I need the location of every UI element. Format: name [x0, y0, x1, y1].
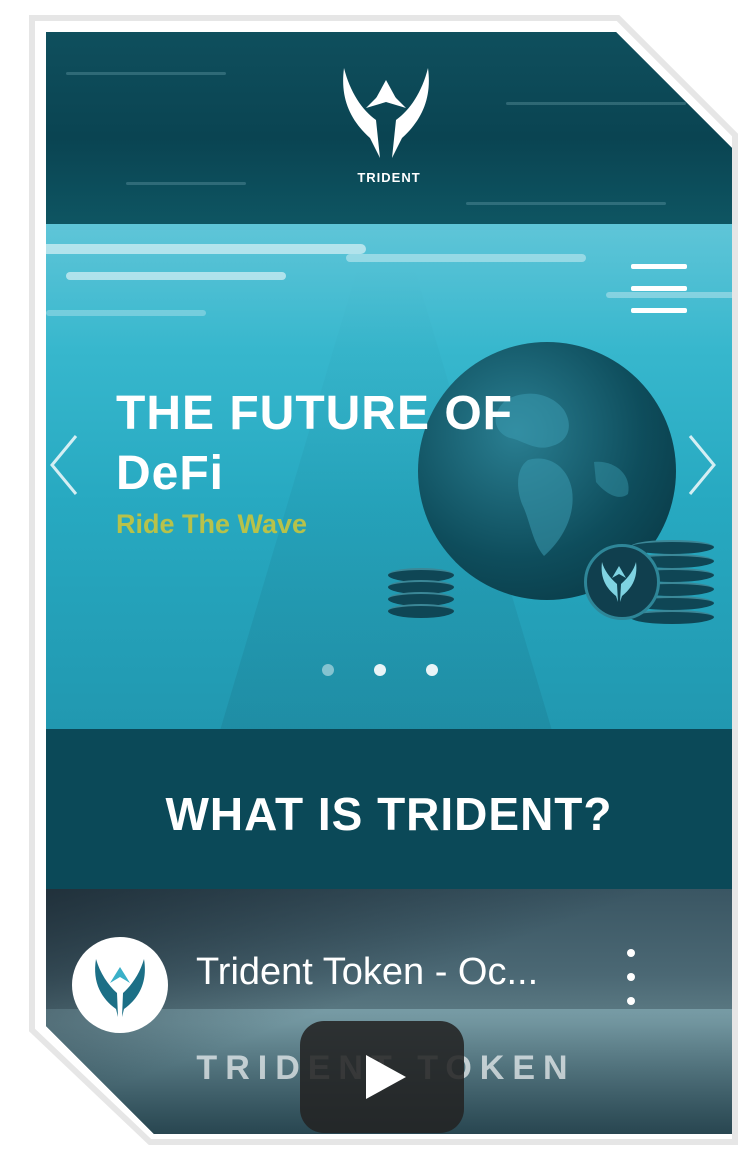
mobile-screen: TRIDENT THE FUTURE OF DeFi Ride The Wave… [46, 32, 732, 1134]
channel-avatar[interactable] [72, 937, 168, 1033]
trident-coin-badge [584, 544, 660, 620]
brand-name: TRIDENT [357, 170, 421, 185]
hamburger-menu-icon[interactable] [631, 264, 687, 314]
site-header: TRIDENT [46, 32, 732, 224]
play-button[interactable] [300, 1021, 464, 1133]
video-embed[interactable]: Trident Token - Oc... TRIDENT TOKEN [46, 889, 732, 1134]
what-is-section: WHAT IS TRIDENT? [46, 729, 732, 889]
headline-line-1: THE FUTURE OF [116, 387, 513, 440]
chevron-left-icon[interactable] [48, 434, 78, 496]
section-title: WHAT IS TRIDENT? [165, 788, 613, 840]
carousel-dot-2[interactable] [374, 664, 386, 676]
more-vert-icon[interactable] [624, 947, 638, 1007]
trident-logo-icon[interactable] [336, 58, 436, 168]
hero-tagline: Ride The Wave [116, 509, 308, 539]
video-title[interactable]: Trident Token - Oc... [196, 951, 538, 994]
carousel-dot-1[interactable] [322, 664, 334, 676]
hero-headline: THE FUTURE OF DeFi [116, 384, 513, 504]
hero-carousel: THE FUTURE OF DeFi Ride The Wave [46, 224, 732, 729]
play-icon [366, 1055, 406, 1099]
headline-line-2: DeFi [116, 447, 225, 500]
chevron-right-icon[interactable] [688, 434, 718, 496]
carousel-dot-3[interactable] [426, 664, 438, 676]
